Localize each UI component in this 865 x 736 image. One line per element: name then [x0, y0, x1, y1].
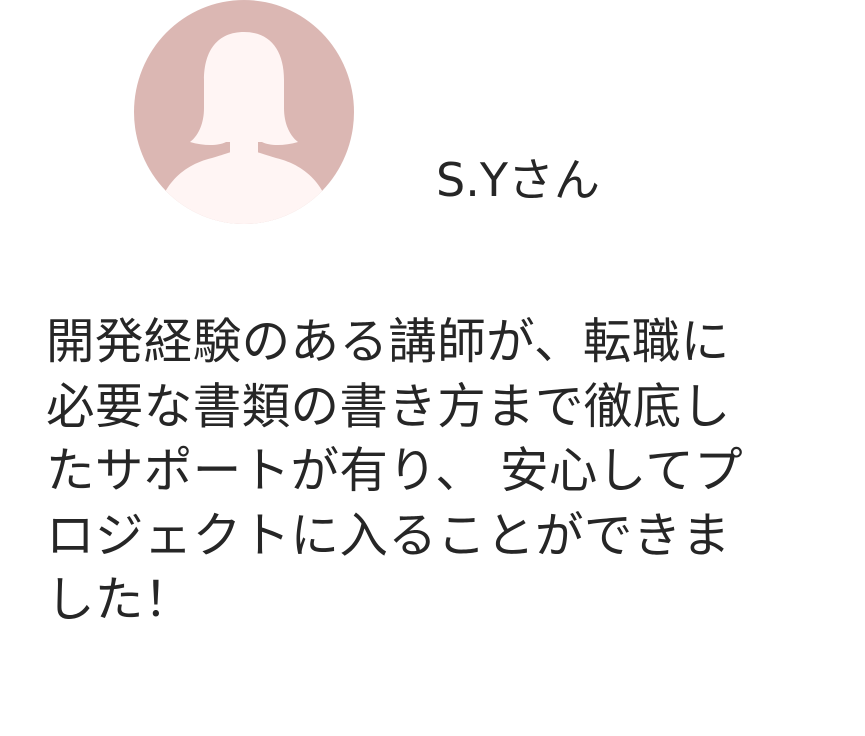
testimonial-line: たサポートが有り、 安心してプ	[46, 443, 744, 499]
testimonial-line: した！	[46, 572, 193, 628]
testimonial-line: ロジェクトに入ることができま	[46, 507, 731, 564]
testimonial-text: 開発経験のある講師が、転職に 必要な書類の書き方まで徹底し たサポートが有り、 …	[46, 310, 818, 633]
avatar	[134, 0, 354, 224]
person-silhouette-icon	[134, 0, 354, 224]
testimonial-line: 開発経験のある講師が、転職に	[46, 314, 730, 370]
reviewer-name: S.Yさん	[436, 153, 600, 207]
testimonial-line: 必要な書類の書き方まで徹底し	[46, 378, 731, 435]
